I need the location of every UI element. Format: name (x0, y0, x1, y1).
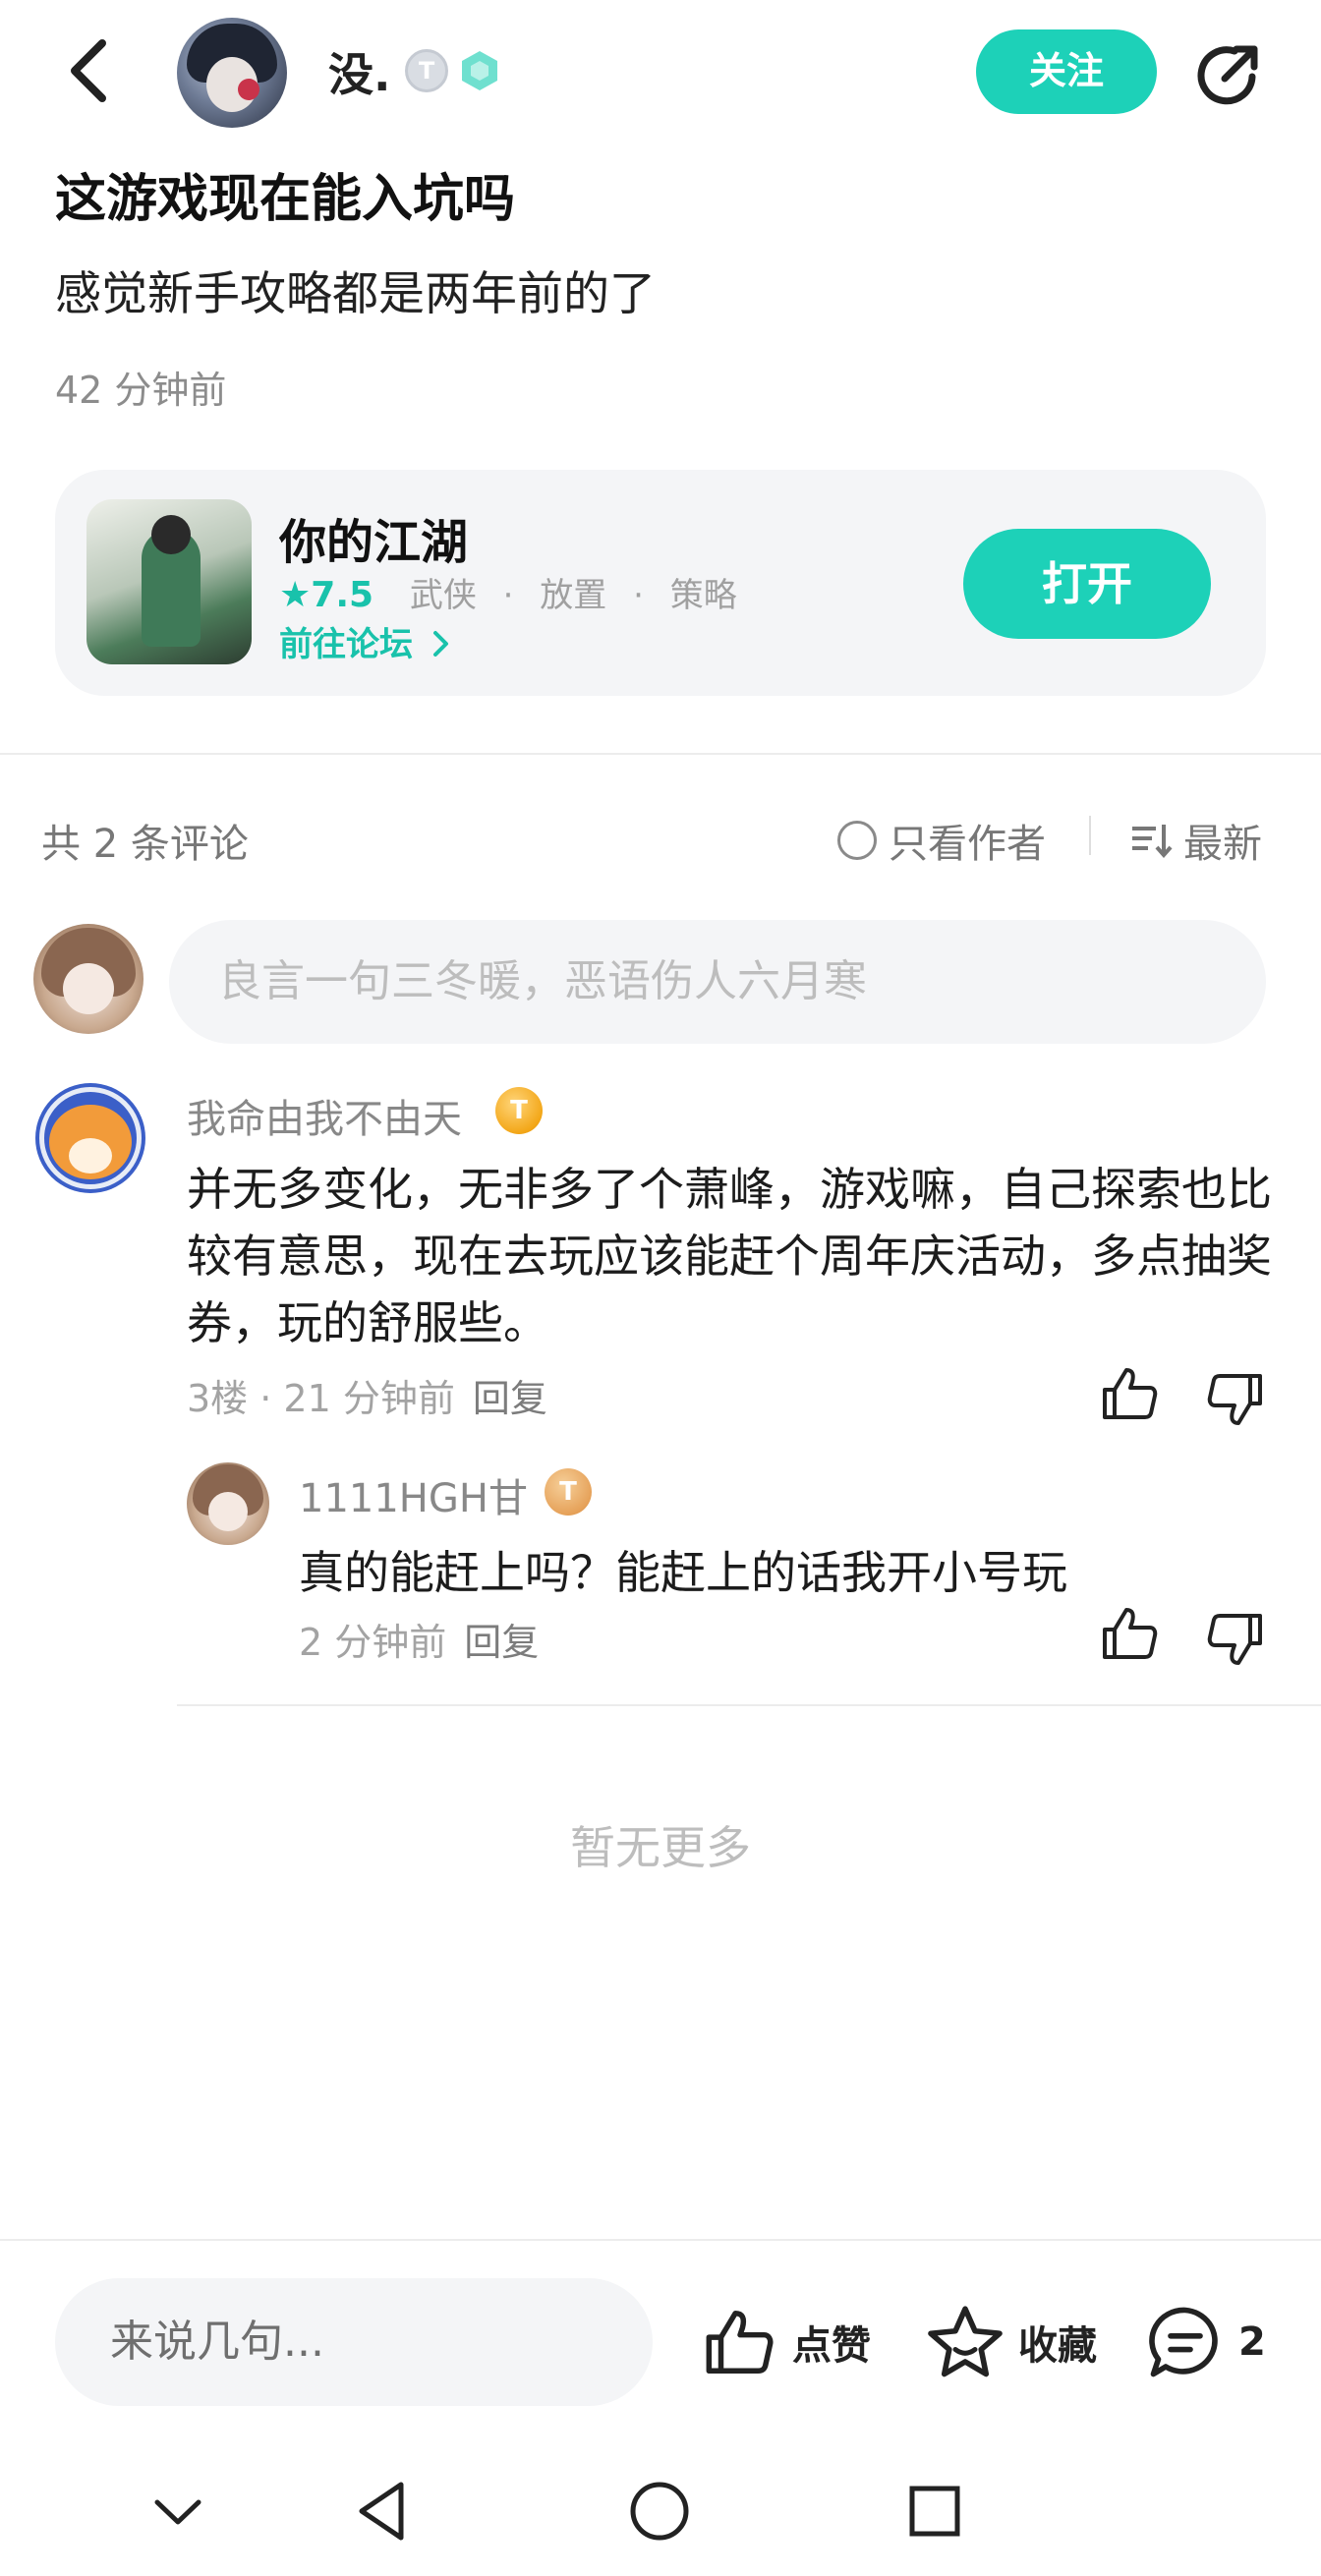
comment-floor-time: 3楼 · 21 分钟前 (187, 1377, 455, 1420)
reply-divider (177, 1704, 1321, 1706)
no-more-text: 暂无更多 (570, 1821, 751, 1874)
author-name[interactable]: 没. (328, 39, 390, 104)
game-meta: ★7.5 武侠 · 放置 · 策略 (279, 568, 737, 616)
share-icon (1197, 45, 1258, 105)
favorite-button[interactable]: 收藏 (926, 2300, 1097, 2384)
comment-bubble-icon (1149, 2307, 1218, 2377)
nav-back-icon[interactable] (340, 2467, 429, 2555)
sort-label: 最新 (1183, 822, 1262, 867)
star-outline-icon (928, 2306, 1003, 2377)
game-tag: 放置 (540, 576, 607, 615)
author-avatar[interactable] (177, 18, 287, 128)
comment-meta: 3楼 · 21 分钟前 回复 (187, 1368, 547, 1422)
avatar[interactable] (35, 1083, 145, 1193)
forum-link[interactable]: 前往论坛 (279, 617, 452, 665)
back-arrow-icon (71, 39, 106, 102)
level-badge: T (495, 1087, 543, 1134)
avatar[interactable] (187, 1462, 269, 1545)
game-tag: 武侠 (409, 576, 477, 615)
comment-text: 并无多变化，无非多了个萧峰，游戏嘛，自己探索也比较有意思，现在去玩应该能赶个周年… (187, 1163, 1272, 1349)
reply-text: 真的能赶上吗？能赶上的话我开小号玩 (299, 1546, 1067, 1599)
level-badge: T (545, 1468, 592, 1516)
radio-icon (837, 821, 877, 860)
game-tag: 策略 (669, 576, 737, 615)
tag-separator: · (633, 576, 644, 615)
nav-recents-icon[interactable] (890, 2467, 979, 2555)
game-card[interactable]: 你的江湖 ★7.5 武侠 · 放置 · 策略 前往论坛 打开 (55, 470, 1266, 696)
post-body: 感觉新手攻略都是两年前的了 (55, 267, 656, 321)
thumbs-up-icon[interactable] (1099, 1362, 1162, 1425)
sort-icon (1132, 825, 1173, 859)
bottom-comment-input[interactable]: 来说几句... (55, 2278, 653, 2406)
nav-down-icon[interactable] (134, 2467, 222, 2555)
comment-input[interactable]: 良言一句三冬暖，恶语伤人六月寒 (169, 920, 1266, 1044)
chevron-right-icon (432, 631, 448, 657)
comment-username[interactable]: 我命由我不由天 (187, 1087, 462, 1144)
author-only-toggle[interactable]: 只看作者 (837, 812, 1046, 869)
reply-meta: 2 分钟前 回复 (299, 1612, 539, 1666)
follow-button[interactable]: 关注 (976, 29, 1157, 114)
sort-toggle[interactable]: 最新 (1130, 812, 1262, 869)
share-button[interactable] (1191, 37, 1266, 112)
tag-separator: · (502, 576, 514, 615)
like-button[interactable]: 点赞 (702, 2300, 871, 2384)
thumbs-down-icon[interactable] (1203, 1608, 1266, 1671)
nav-home-icon[interactable] (615, 2467, 704, 2555)
thumbs-up-icon (706, 2311, 774, 2374)
game-name: 你的江湖 (279, 515, 469, 570)
comment-count: 共 2 条评论 (41, 822, 249, 867)
bottom-divider (0, 2239, 1321, 2241)
reply-time: 2 分钟前 (299, 1621, 447, 1664)
thumbs-up-icon[interactable] (1099, 1602, 1162, 1665)
reply-username[interactable]: 1111HGH甘 (299, 1466, 528, 1523)
current-user-avatar (33, 924, 144, 1034)
section-divider (0, 753, 1321, 755)
game-icon[interactable] (86, 499, 252, 664)
level-badge: T (405, 49, 448, 92)
back-button[interactable] (59, 33, 122, 108)
favorite-label: 收藏 (1018, 2323, 1097, 2369)
reply-button[interactable]: 回复 (473, 1377, 547, 1420)
comments-button[interactable]: 2 (1146, 2300, 1266, 2384)
sort-separator (1089, 816, 1091, 855)
game-rating: ★7.5 (279, 575, 374, 615)
forum-link-label: 前往论坛 (279, 625, 413, 664)
post-time: 42 分钟前 (55, 369, 227, 412)
comment-count-label: 2 (1238, 2319, 1266, 2365)
thumbs-down-icon[interactable] (1203, 1368, 1266, 1431)
reply-button[interactable]: 回复 (464, 1621, 539, 1664)
hexagon-badge-icon (462, 51, 497, 90)
author-only-label: 只看作者 (889, 822, 1046, 867)
open-game-button[interactable]: 打开 (963, 529, 1211, 639)
post-title: 这游戏现在能入坑吗 (55, 170, 516, 229)
like-label: 点赞 (792, 2323, 871, 2369)
